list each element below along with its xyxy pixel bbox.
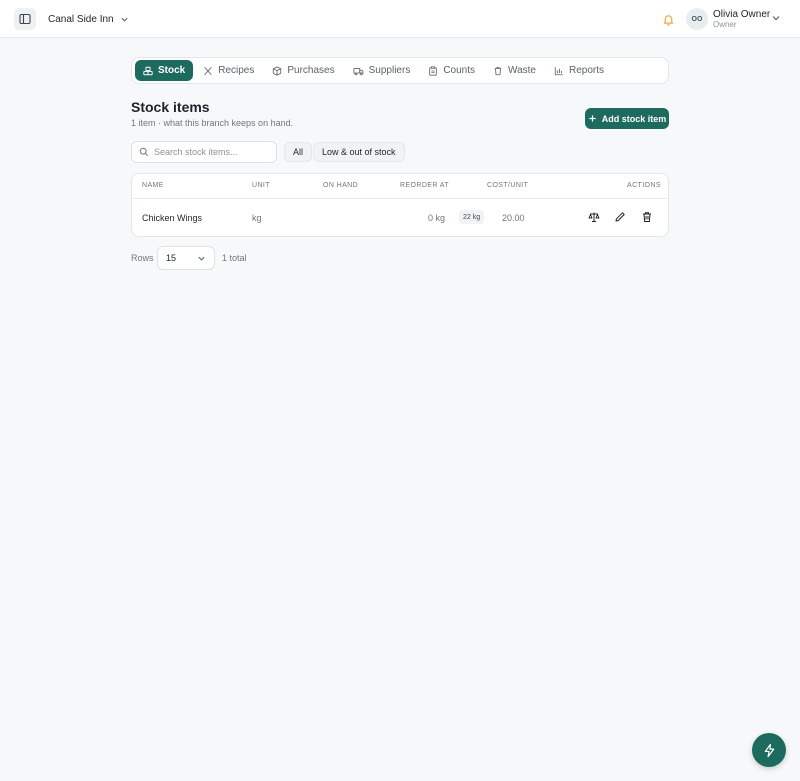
delete-trash-icon[interactable]: [641, 211, 653, 223]
bell-icon: [663, 14, 673, 26]
truck-icon: [353, 67, 364, 75]
rows-label: Rows: [131, 253, 154, 263]
tab-label: Waste: [508, 65, 536, 76]
page-subtitle: 1 item · what this branch keeps on hand.: [131, 118, 294, 128]
rows-per-page-select[interactable]: 15: [157, 246, 215, 270]
column-header-reorder-at: Reorder at: [400, 182, 449, 189]
section-tabs: Stock Recipes Purchases Suppliers Counts: [131, 57, 669, 84]
tab-recipes[interactable]: Recipes: [195, 60, 262, 81]
add-stock-item-button[interactable]: Add stock item: [585, 108, 669, 129]
branch-selector[interactable]: Canal Side Inn: [48, 12, 129, 26]
column-header-cost-unit: Cost/Unit: [487, 182, 529, 189]
utensils-icon: [204, 66, 212, 75]
boxes-icon: [143, 66, 153, 75]
chevron-down-icon: [198, 256, 205, 261]
branch-name: Canal Side Inn: [48, 13, 114, 25]
page-title: Stock items: [131, 99, 210, 115]
tab-label: Purchases: [287, 65, 335, 76]
trash-icon: [494, 66, 502, 75]
tab-label: Stock: [158, 65, 186, 76]
stock-table: Name Unit On hand Reorder at Cost/Unit A…: [131, 173, 669, 237]
tab-label: Suppliers: [368, 65, 411, 76]
tab-purchases[interactable]: Purchases: [264, 60, 342, 81]
filter-low-stock-button[interactable]: Low & out of stock: [313, 142, 405, 162]
user-menu-chevron-icon[interactable]: [771, 13, 781, 23]
add-stock-item-label: Add stock item: [601, 113, 667, 124]
tab-counts[interactable]: Counts: [420, 60, 483, 81]
column-header-name: Name: [142, 182, 164, 189]
quick-actions-button[interactable]: [752, 733, 786, 767]
total-count: 1 total: [222, 253, 247, 263]
search-input[interactable]: [154, 147, 269, 157]
tab-stock[interactable]: Stock: [135, 60, 194, 81]
clipboard-icon: [429, 65, 438, 76]
column-header-on-hand: On hand: [323, 182, 359, 189]
sidebar-toggle-button[interactable]: [14, 8, 36, 30]
user-role: Owner: [713, 20, 737, 29]
user-name: Olivia Owner: [713, 9, 771, 20]
search-icon: [139, 147, 149, 157]
tab-reports[interactable]: Reports: [546, 60, 612, 81]
column-header-unit: Unit: [252, 182, 270, 189]
column-header-actions: Actions: [627, 182, 661, 189]
tab-label: Reports: [568, 65, 604, 76]
avatar[interactable]: OO: [686, 8, 708, 30]
bar-chart-icon: [554, 66, 563, 75]
notifications-button[interactable]: [658, 9, 678, 29]
package-icon: [273, 65, 282, 76]
tab-label: Recipes: [218, 65, 255, 76]
lightning-icon: [764, 743, 774, 757]
plus-icon: [589, 115, 596, 122]
filter-all-button[interactable]: All: [284, 142, 313, 162]
on-hand-badge: 22 kg: [459, 210, 485, 224]
tab-waste[interactable]: Waste: [485, 60, 544, 81]
cell-cost-unit: 20.00: [502, 213, 525, 223]
cell-unit: kg: [252, 213, 262, 223]
top-bar: Canal Side Inn OO Olivia Owner Owner: [0, 0, 800, 38]
tab-suppliers[interactable]: Suppliers: [345, 60, 419, 81]
rows-per-page-value: 15: [166, 253, 177, 263]
tab-label: Counts: [443, 65, 476, 76]
chevron-down-icon: [121, 17, 128, 22]
adjust-stock-scale-icon[interactable]: [588, 211, 600, 223]
search-box: [131, 141, 277, 163]
cell-reorder-at: 0 kg: [428, 213, 446, 223]
cell-name: Chicken Wings: [142, 213, 203, 223]
edit-pencil-icon[interactable]: [614, 211, 626, 223]
header-divider: [132, 198, 668, 199]
sidebar-icon: [19, 13, 31, 25]
